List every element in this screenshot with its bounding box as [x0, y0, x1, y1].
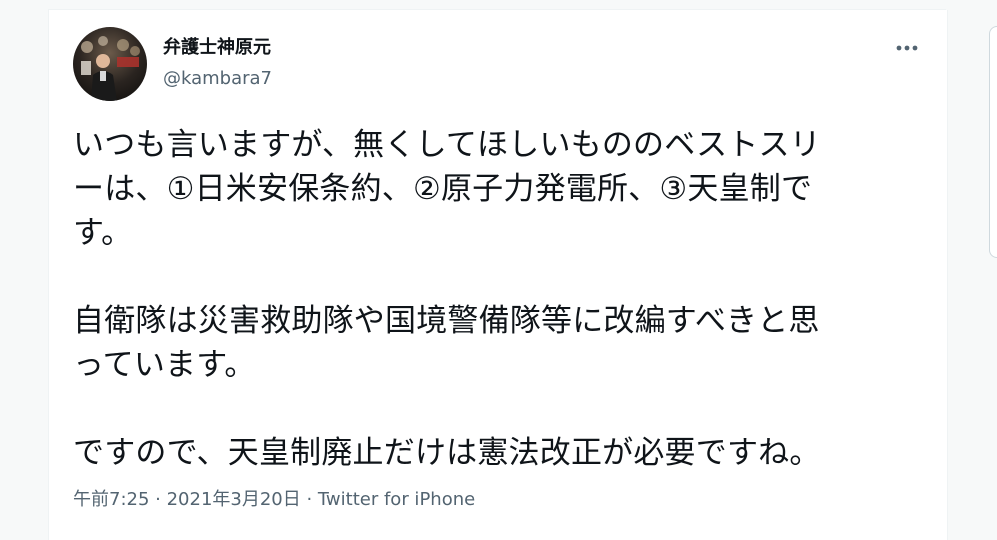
avatar-image — [73, 27, 147, 101]
more-options-button[interactable] — [888, 34, 926, 62]
tweet-line: いつも言いますが、無くしてほしいもののベストスリ — [73, 127, 821, 163]
tweet-text: いつも言いますが、無くしてほしいもののベストスリ ーは、①日米安保条約、②原子力… — [73, 123, 933, 475]
tweet-line: ですので、天皇制廃止だけは憲法改正が必要ですね。 — [73, 435, 821, 471]
tweet-timestamp[interactable]: 午前7:25 · 2021年3月20日 · Twitter for iPhone — [73, 488, 475, 512]
author-name[interactable]: 弁護士神原元 — [163, 37, 271, 59]
tweet-line: 自衛隊は災害救助隊や国境警備隊等に改編すべきと思 — [73, 303, 820, 339]
side-panel-edge — [989, 26, 997, 258]
tweet-line: す。 — [73, 215, 133, 251]
more-horizontal-icon — [896, 45, 918, 51]
avatar[interactable] — [73, 27, 147, 101]
tweet-line: っています。 — [73, 347, 256, 383]
author-handle[interactable]: @kambara7 — [163, 68, 272, 90]
tweet-line: ーは、①日米安保条約、②原子力発電所、③天皇制で — [73, 171, 813, 207]
